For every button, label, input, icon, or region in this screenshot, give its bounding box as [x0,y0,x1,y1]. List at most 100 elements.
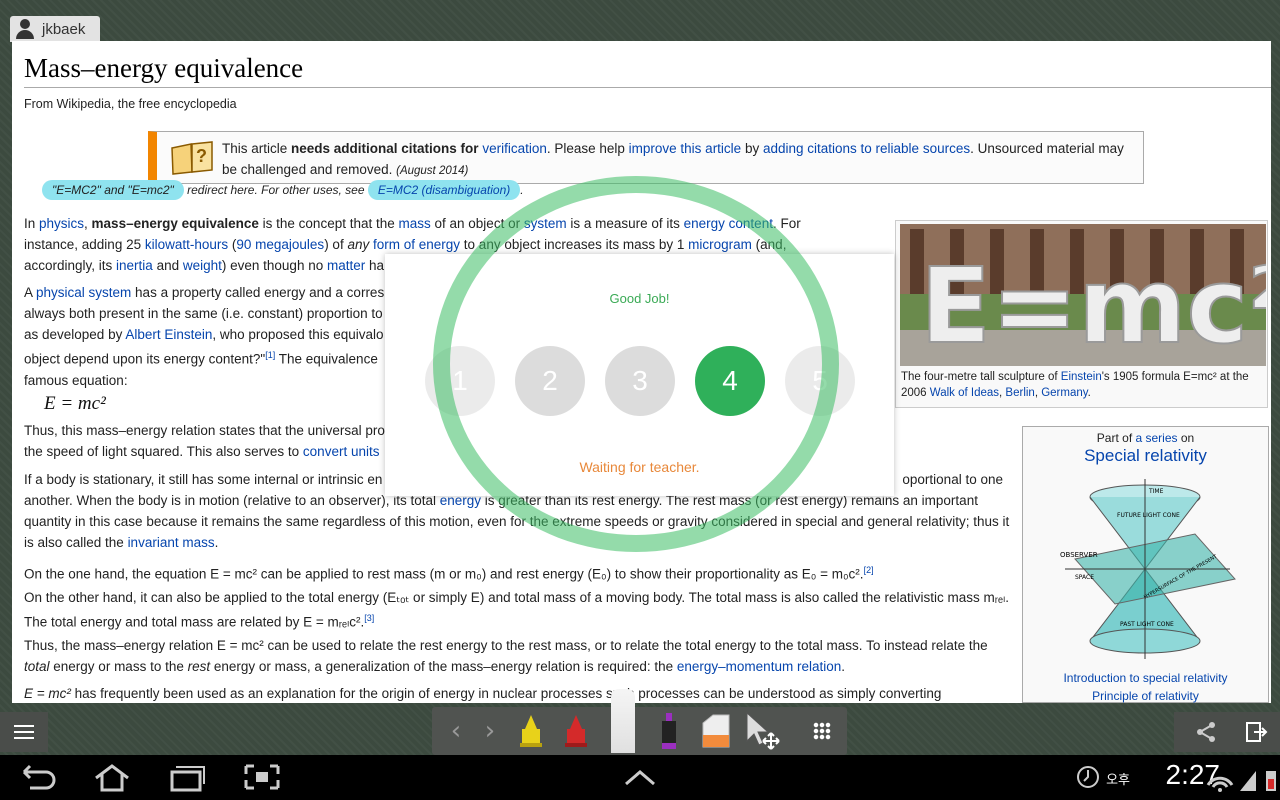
series-part-of: Part of a series on [1096,431,1195,445]
mass-link[interactable]: mass [399,216,431,231]
sculpture-photo[interactable]: E=mc² [900,224,1266,366]
germany-link[interactable]: Germany [1041,387,1087,399]
eraser-button[interactable] [697,707,733,755]
energy-content-link[interactable]: energy content [684,216,773,231]
kwh-link[interactable]: kilowatt-hours [145,237,228,252]
paragraph-other-hand: On the other hand, it can also be applie… [24,590,1010,630]
berlin-link[interactable]: Berlin [1005,387,1034,399]
share-exit-panel [1174,712,1280,752]
sculpture-image: E=mc² [900,224,1266,366]
back-icon[interactable] [18,762,58,792]
physical-system-link[interactable]: physical system [36,285,131,300]
svg-text:OBSERVER: OBSERVER [1060,551,1098,559]
svg-text:SPACE: SPACE [1075,574,1094,581]
walk-of-ideas-link[interactable]: Walk of Ideas [930,387,999,399]
feedback-text: Good Job! [609,291,670,306]
user-avatar-icon [16,19,34,39]
megajoules-link[interactable]: 90 megajoules [236,237,324,252]
exit-icon[interactable] [1244,720,1268,744]
wifi-icon [1206,776,1234,792]
microgram-link[interactable]: microgram [688,237,752,252]
svg-text:PAST LIGHT CONE: PAST LIGHT CONE [1120,621,1174,628]
answer-option-5[interactable]: 5 [785,346,855,416]
invariant-mass-link[interactable]: invariant mass [128,535,215,550]
chevron-up-icon[interactable] [620,762,660,792]
einstein-link[interactable]: Albert Einstein [125,327,212,342]
page-title: Mass–energy equivalence [24,53,304,83]
verification-link[interactable]: verification [482,141,547,156]
reference-3[interactable]: [3] [364,613,374,623]
svg-text:?: ? [196,146,207,166]
caption-einstein-link[interactable]: Einstein [1061,371,1102,383]
improve-article-link[interactable]: improve this article [629,141,742,156]
answer-option-4[interactable]: 4 [695,346,765,416]
convert-units-link[interactable]: convert units [303,444,380,459]
red-highlighter-icon [565,715,587,747]
source-line: From Wikipedia, the free encyclopedia [24,97,237,111]
home-icon[interactable] [92,762,132,792]
adding-citations-link[interactable]: adding citations to reliable sources [763,141,970,156]
grid-icon [813,722,831,740]
paragraph-nuclear: E = mc² has frequently been used as an e… [24,686,942,701]
weight-link[interactable]: weight [183,258,222,273]
reference-2[interactable]: [2] [864,565,874,575]
matter-link[interactable]: matter [327,258,365,273]
series-link[interactable]: a series [1135,431,1177,445]
light-cone-diagram: TIME FUTURE LIGHT CONE OBSERVER SPACE HY… [1060,479,1236,659]
highlighted-text: "E=MC2" and "E=mc2" [42,180,184,200]
purple-marker-icon [662,713,676,749]
citation-text: This article needs additional citations … [222,141,1124,177]
answer-option-2[interactable]: 2 [515,346,585,416]
signal-icon [1240,771,1256,791]
white-pen-icon [611,689,635,753]
inertia-link[interactable]: inertia [116,258,153,273]
svg-text:TIME: TIME [1148,488,1164,495]
principle-of-relativity-link[interactable]: Principle of relativity [1023,689,1268,703]
title-divider [24,87,1271,88]
system-link[interactable]: system [524,216,567,231]
energy-momentum-link[interactable]: energy–momentum relation [677,659,841,674]
quiz-response-panel: Good Job! 1 2 3 4 5 Waiting for teacher. [385,254,894,496]
eraser-icon [702,714,730,748]
white-pen-button[interactable] [609,687,637,755]
previous-page-button[interactable]: ‹ [444,707,468,755]
apps-button[interactable] [810,707,834,755]
svg-text:FUTURE LIGHT CONE: FUTURE LIGHT CONE [1117,512,1180,519]
yellow-highlighter-icon [520,715,542,747]
hamburger-icon [14,731,34,733]
book-icon: ? [171,141,213,175]
system-navigation-bar: 오후 2:27 [0,755,1280,800]
equation: E = mc² [44,393,106,414]
citation-notice: ? This article needs additional citation… [148,131,1144,184]
physics-link[interactable]: physics [39,216,84,231]
series-title[interactable]: Special relativity [1023,446,1268,466]
disambiguation-link[interactable]: E=MC2 (disambiguation) [367,180,521,200]
user-tab[interactable]: jkbaek [10,16,100,42]
answer-option-1[interactable]: 1 [425,346,495,416]
purple-marker-button[interactable] [652,707,686,755]
series-sidebar: Part of a series on Special relativity T… [1022,426,1269,703]
paragraph-system: A physical system has a property called … [24,285,385,388]
paragraph-relation: Thus, the mass–energy relation E = mc² c… [24,638,988,674]
red-highlighter-button[interactable] [559,707,593,755]
screenshot-icon[interactable] [242,762,282,792]
am-pm-label: 오후 [1106,773,1130,788]
recent-apps-icon[interactable] [166,762,206,792]
hatnote: "E=MC2" and "E=mc2" redirect here. For o… [42,180,524,200]
status-icons [1206,771,1276,792]
reference-1[interactable]: [1] [265,350,275,360]
sculpture-label: E=mc² [920,245,1266,366]
waiting-status: Waiting for teacher. [579,459,700,475]
pointer-move-icon [746,711,780,750]
answer-option-3[interactable]: 3 [605,346,675,416]
form-of-energy-link[interactable]: form of energy [373,237,460,252]
image-caption: The four-metre tall sculpture of Einstei… [901,371,1249,399]
sync-icon [1077,766,1099,788]
next-page-button[interactable]: › [478,707,502,755]
yellow-highlighter-button[interactable] [514,707,548,755]
select-move-button[interactable] [742,707,782,755]
share-icon[interactable] [1194,720,1218,744]
intro-special-relativity-link[interactable]: Introduction to special relativity [1023,671,1268,685]
infobox-image: E=mc² The four-metre tall sculpture of E… [895,220,1268,408]
menu-button[interactable] [0,712,48,752]
